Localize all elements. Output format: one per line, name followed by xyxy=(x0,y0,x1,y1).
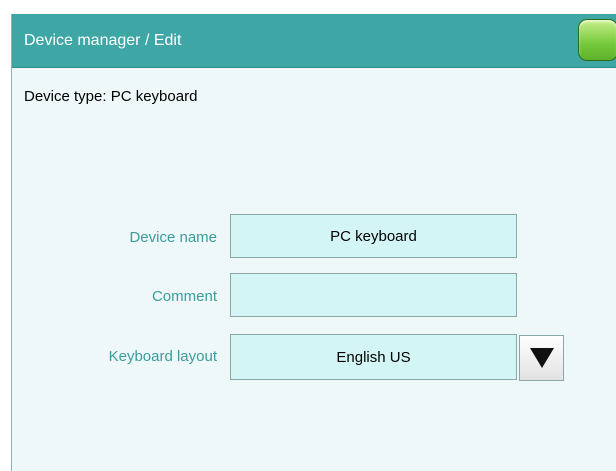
device-name-label: Device name xyxy=(129,229,217,246)
device-name-field[interactable]: PC keyboard xyxy=(230,214,517,258)
home-button[interactable] xyxy=(578,19,616,61)
page-title: Device manager / Edit xyxy=(24,32,182,49)
keyboard-layout-field[interactable]: English US xyxy=(230,334,517,380)
triangle-down-icon xyxy=(529,348,554,368)
keyboard-layout-label: Keyboard layout xyxy=(108,348,217,365)
keyboard-layout-dropdown-button[interactable] xyxy=(519,335,564,381)
title-bar: Device manager / Edit xyxy=(12,14,616,68)
comment-field[interactable] xyxy=(230,273,517,317)
device-type-text: Device type: PC keyboard xyxy=(24,88,198,105)
comment-label: Comment xyxy=(151,288,217,305)
device-manager-screen: Device manager / Edit Device type: PC ke… xyxy=(11,14,616,471)
